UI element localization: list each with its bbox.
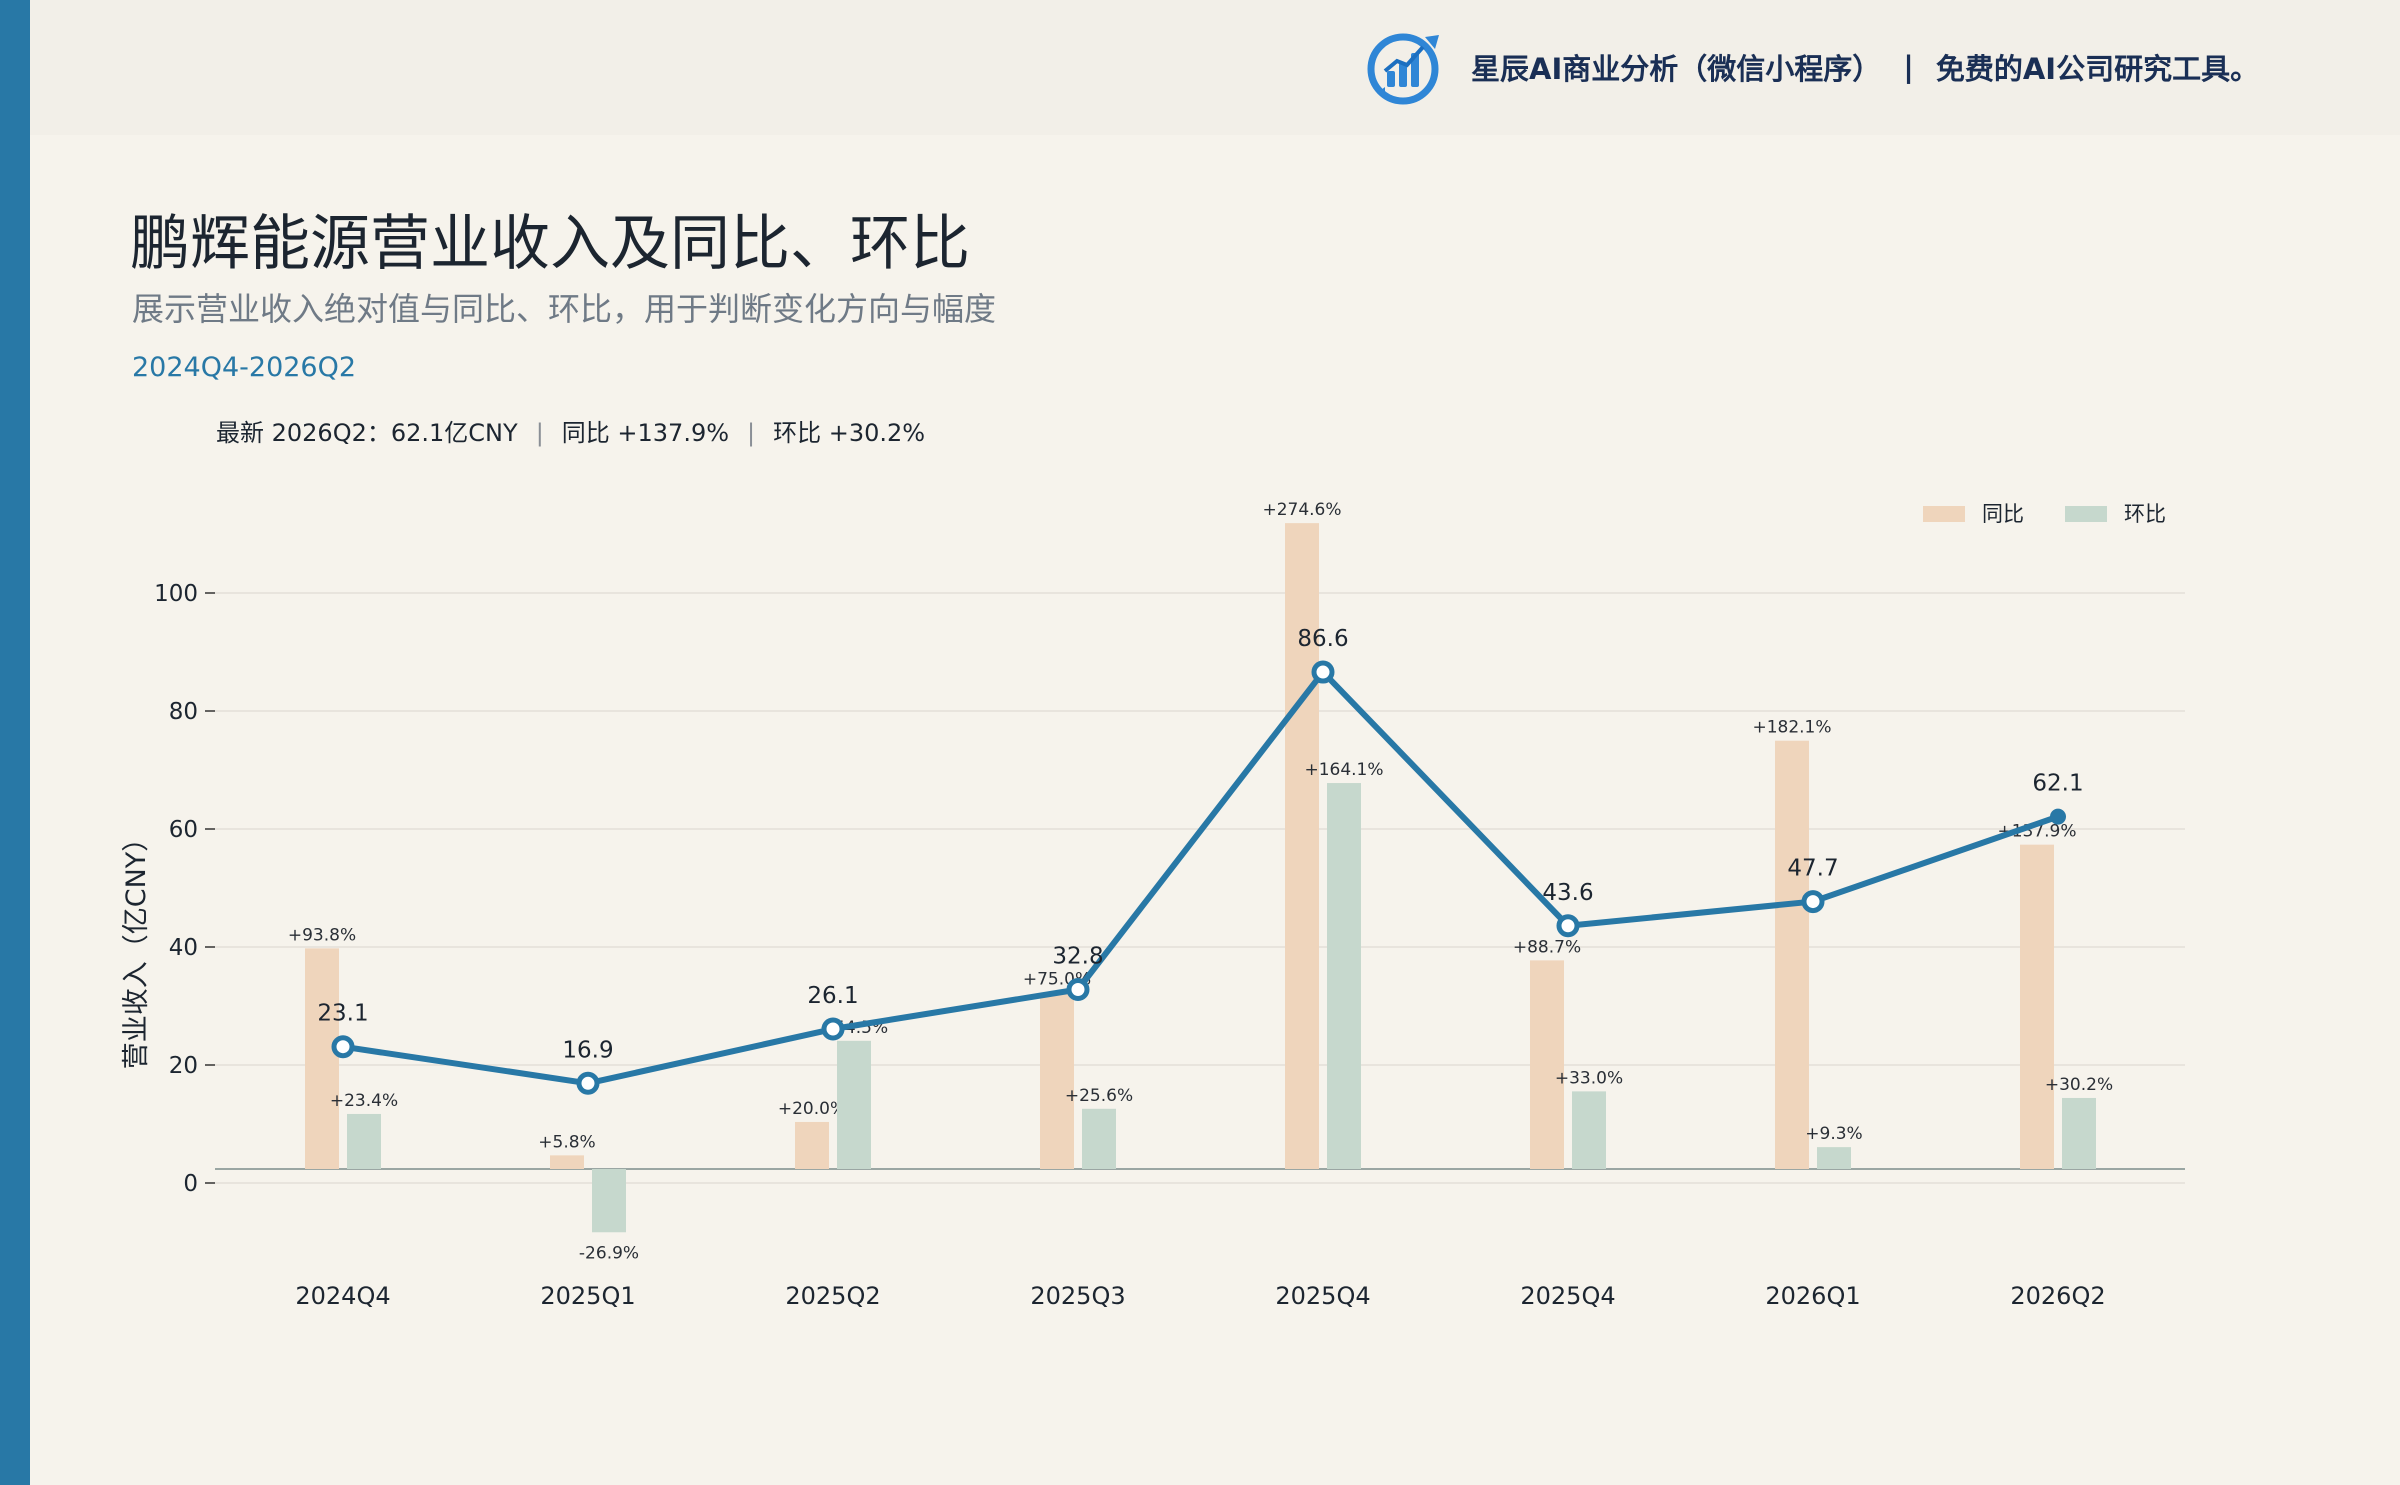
x-tick-label: 2025Q3 <box>1030 1282 1125 1310</box>
qoq-bar <box>837 1040 871 1169</box>
yoy-bar <box>2020 844 2054 1169</box>
y-tick-label: 80 <box>169 699 198 725</box>
qoq-bar-label: +25.6% <box>1065 1086 1133 1106</box>
qoq-bar-label: -26.9% <box>579 1243 639 1263</box>
yoy-bar <box>795 1121 829 1169</box>
revenue-value-label: 86.6 <box>1297 626 1348 652</box>
revenue-point <box>1066 977 1090 1001</box>
revenue-point <box>821 1017 845 1041</box>
revenue-value-label: 32.8 <box>1052 943 1103 969</box>
legend-label-yoy: 同比 <box>1982 502 2024 526</box>
qoq-bar <box>2062 1097 2096 1169</box>
qoq-bar-label: +33.0% <box>1555 1068 1623 1088</box>
y-tick-label: 20 <box>169 1053 198 1079</box>
x-tick-label: 2025Q1 <box>540 1282 635 1310</box>
y-tick-label: 100 <box>154 581 198 607</box>
legend-label-qoq: 环比 <box>2124 502 2166 526</box>
x-tick-label: 2025Q4 <box>1520 1282 1615 1310</box>
revenue-point <box>1801 890 1825 914</box>
qoq-bar <box>347 1113 381 1169</box>
yoy-bar-label: +182.1% <box>1752 718 1831 738</box>
qoq-bar <box>592 1169 626 1233</box>
legend-swatch-qoq <box>2065 506 2107 522</box>
revenue-chart: 0 20 40 60 80 100 营业收入（亿CNY） +93.8% +23.4% +5.8% -… <box>121 500 2185 1310</box>
qoq-bar-label: +9.3% <box>1805 1124 1862 1144</box>
yoy-bar-label: +93.8% <box>288 925 356 945</box>
qoq-bar-label: +164.1% <box>1304 760 1383 780</box>
y-axis-label: 营业收入（亿CNY） <box>121 825 152 1070</box>
revenue-point <box>2050 808 2066 825</box>
legend-swatch-yoy <box>1923 506 1965 522</box>
revenue-value-label: 23.1 <box>317 1001 368 1027</box>
yoy-bar <box>1285 523 1319 1169</box>
yoy-bar <box>1530 960 1564 1169</box>
revenue-point <box>1556 914 1580 938</box>
yoy-bar-label: +5.8% <box>538 1132 595 1152</box>
yoy-bar <box>1040 992 1074 1169</box>
qoq-bar <box>1327 783 1361 1169</box>
revenue-point <box>576 1071 600 1095</box>
x-tick-label: 2026Q1 <box>1765 1282 1860 1310</box>
x-tick-label: 2024Q4 <box>295 1282 390 1310</box>
x-tick-label: 2025Q2 <box>785 1282 880 1310</box>
yoy-bar <box>1775 740 1809 1169</box>
qoq-bar <box>1572 1091 1606 1169</box>
yoy-bar <box>305 948 339 1169</box>
revenue-point <box>331 1035 355 1059</box>
revenue-value-label: 62.1 <box>2032 771 2083 797</box>
revenue-value-label: 47.7 <box>1787 856 1838 882</box>
revenue-point <box>1311 660 1335 684</box>
x-tick-label: 2026Q2 <box>2010 1282 2105 1310</box>
qoq-bar <box>1082 1108 1116 1169</box>
revenue-value-label: 43.6 <box>1542 880 1593 906</box>
qoq-bar-label: +23.4% <box>330 1091 398 1111</box>
qoq-bar-label: +30.2% <box>2045 1075 2113 1095</box>
yoy-bar-label: +20.0% <box>778 1099 846 1119</box>
qoq-bar <box>1817 1147 1851 1169</box>
yoy-bar <box>550 1155 584 1169</box>
y-tick-label: 40 <box>169 935 198 961</box>
revenue-value-label: 16.9 <box>562 1037 613 1063</box>
y-tick-label: 0 <box>183 1171 198 1197</box>
revenue-value-label: 26.1 <box>807 983 858 1009</box>
x-tick-label: 2025Q4 <box>1275 1282 1370 1310</box>
y-tick-label: 60 <box>169 817 198 843</box>
yoy-bar-label: +274.6% <box>1262 500 1341 520</box>
yoy-bar-label: +88.7% <box>1513 937 1581 957</box>
